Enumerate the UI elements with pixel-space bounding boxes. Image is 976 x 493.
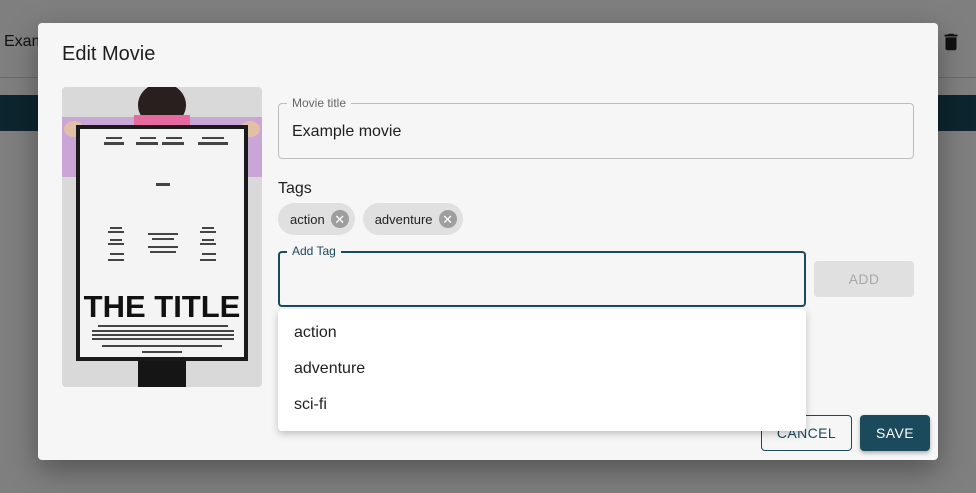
tag-chip-action[interactable]: action ✕ (278, 203, 355, 235)
tag-chips: action ✕ adventure ✕ (278, 203, 463, 235)
tag-chip-label: action (290, 211, 325, 227)
tag-suggestions-dropdown: action adventure sci-fi (278, 309, 806, 431)
close-icon[interactable]: ✕ (438, 210, 457, 228)
tag-chip-adventure[interactable]: adventure ✕ (362, 203, 463, 235)
add-tag-input[interactable] (292, 269, 792, 291)
movie-title-label: Movie title (287, 96, 352, 110)
movie-poster: THE TITLE (62, 87, 262, 387)
dialog-title: Edit Movie (62, 43, 156, 65)
add-tag-button[interactable]: ADD (814, 261, 914, 297)
suggestion-adventure[interactable]: adventure (278, 351, 806, 387)
poster-title-text: THE TITLE (84, 289, 241, 324)
tag-chip-label: adventure (374, 211, 433, 227)
add-tag-field[interactable]: Add Tag (278, 244, 806, 307)
movie-title-value[interactable]: Example movie (292, 123, 401, 141)
suggestion-action[interactable]: action (278, 315, 806, 351)
tags-label: Tags (278, 180, 312, 197)
poster-image: THE TITLE (62, 87, 262, 387)
edit-movie-dialog: Edit Movie THE TITLE Movie title Example… (38, 23, 938, 460)
save-button[interactable]: SAVE (860, 415, 930, 451)
close-icon[interactable]: ✕ (330, 210, 349, 228)
suggestion-sci-fi[interactable]: sci-fi (278, 387, 806, 423)
add-tag-label: Add Tag (287, 244, 341, 258)
movie-title-field[interactable]: Movie title Example movie (278, 96, 914, 159)
